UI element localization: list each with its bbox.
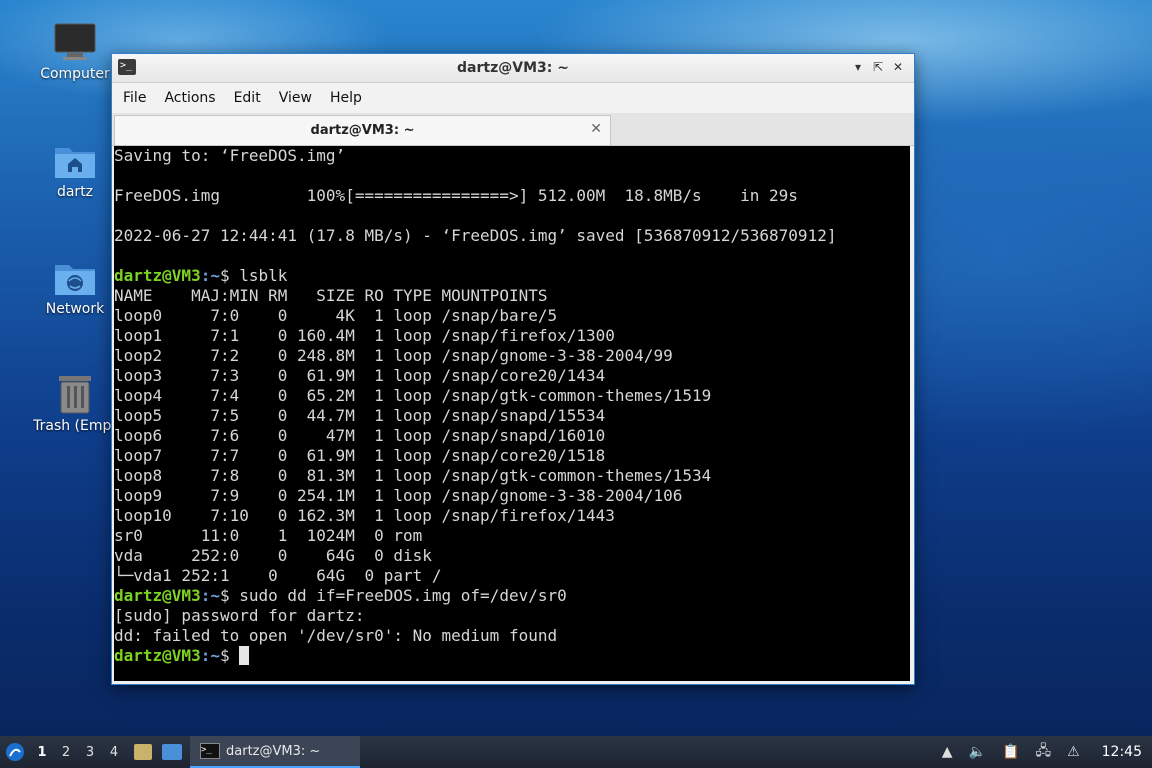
prompt-path: :~ [200, 646, 220, 665]
prompt-line: dartz@VM3:~$ lsblk [114, 266, 910, 286]
maximize-icon[interactable]: ⇱ [870, 59, 886, 75]
workspace-4[interactable]: 4 [102, 745, 126, 760]
terminal-line: NAME MAJ:MIN RM SIZE RO TYPE MOUNTPOINTS [114, 286, 548, 305]
prompt-user: dartz@VM3 [114, 266, 201, 285]
tray-up-arrow-icon[interactable]: ▲ [942, 744, 953, 760]
terminal-line: └─vda1 252:1 0 64G 0 part / [114, 566, 442, 585]
terminal-line: loop1 7:1 0 160.4M 1 loop /snap/firefox/… [114, 326, 615, 345]
terminal-line: loop3 7:3 0 61.9M 1 loop /snap/core20/14… [114, 366, 606, 385]
trash-icon [59, 376, 91, 414]
close-icon[interactable]: ✕ [890, 59, 906, 75]
terminal-line: loop8 7:8 0 81.3M 1 loop /snap/gtk-commo… [114, 466, 712, 485]
terminal-line: Saving to: ‘FreeDOS.img’ [114, 146, 346, 165]
terminal-line: vda 252:0 0 64G 0 disk [114, 546, 432, 565]
prompt-line: dartz@VM3:~$ sudo dd if=FreeDOS.img of=/… [114, 586, 910, 606]
update-notifier-icon[interactable]: ⚠ [1067, 744, 1080, 760]
taskbar: 1 2 3 4 >_ dartz@VM3: ~ ▲ 🔈 📋 🖧 ⚠ 12:45 [0, 736, 1152, 768]
workspace-1[interactable]: 1 [30, 745, 54, 760]
computer-icon [54, 23, 96, 60]
menu-file[interactable]: File [122, 90, 157, 106]
clock[interactable]: 12:45 [1102, 744, 1142, 760]
workspace-3[interactable]: 3 [78, 745, 102, 760]
terminal-line: loop5 7:5 0 44.7M 1 loop /snap/snapd/155… [114, 406, 606, 425]
volume-icon[interactable]: 🔈 [969, 744, 986, 760]
terminal-line: loop4 7:4 0 65.2M 1 loop /snap/gtk-commo… [114, 386, 712, 405]
terminal-line: [sudo] password for dartz: [114, 606, 365, 625]
workspace-2[interactable]: 2 [54, 745, 78, 760]
terminal-line: loop10 7:10 0 162.3M 1 loop /snap/firefo… [114, 506, 615, 525]
command-text: $ [219, 646, 240, 665]
menu-actions[interactable]: Actions [163, 90, 226, 106]
terminal-output[interactable]: Saving to: ‘FreeDOS.img’ FreeDOS.img 100… [114, 146, 910, 681]
terminal-line: loop7 7:7 0 61.9M 1 loop /snap/core20/15… [114, 446, 606, 465]
clipboard-icon[interactable]: 📋 [1002, 744, 1019, 760]
menu-edit[interactable]: Edit [233, 90, 272, 106]
home-folder-icon [55, 148, 95, 178]
terminal-line: 2022-06-27 12:44:41 (17.8 MB/s) - ‘FreeD… [114, 226, 837, 245]
tab-close-icon[interactable]: ✕ [590, 121, 602, 137]
terminal-line: loop2 7:2 0 248.8M 1 loop /snap/gnome-3-… [114, 346, 673, 365]
taskbar-task-terminal[interactable]: >_ dartz@VM3: ~ [190, 736, 360, 768]
terminal-line: loop0 7:0 0 4K 1 loop /snap/bare/5 [114, 306, 558, 325]
system-tray: ▲ 🔈 📋 🖧 ⚠ 12:45 [934, 736, 1152, 768]
terminal-line: loop6 7:6 0 47M 1 loop /snap/snapd/16010 [114, 426, 606, 445]
menu-bar: File Actions Edit View Help [112, 83, 914, 113]
tab-bar: dartz@VM3: ~ ✕ [112, 113, 914, 146]
show-desktop-icon[interactable] [162, 744, 182, 760]
terminal-tab[interactable]: dartz@VM3: ~ ✕ [114, 115, 611, 145]
window-title: dartz@VM3: ~ [457, 60, 569, 76]
prompt-path: :~ [200, 266, 220, 285]
start-menu-button[interactable] [0, 736, 30, 768]
terminal-line: FreeDOS.img 100%[================>] 512.… [114, 186, 798, 205]
menu-view[interactable]: View [278, 90, 323, 106]
terminal-task-icon: >_ [200, 743, 220, 759]
task-label: dartz@VM3: ~ [226, 743, 321, 759]
tab-label: dartz@VM3: ~ [310, 123, 415, 138]
network-folder-icon [55, 265, 95, 295]
menu-help[interactable]: Help [329, 90, 373, 106]
terminal-line: sr0 11:0 1 1024M 0 rom [114, 526, 423, 545]
prompt-user: dartz@VM3 [114, 586, 201, 605]
prompt-line: dartz@VM3:~$ [114, 646, 910, 666]
terminal-window: >_ dartz@VM3: ~ ▾ ⇱ ✕ File Actions Edit … [111, 53, 915, 685]
command-text: $ sudo dd if=FreeDOS.img of=/dev/sr0 [219, 586, 567, 605]
prompt-user: dartz@VM3 [114, 646, 201, 665]
minimize-icon[interactable]: ▾ [850, 59, 866, 75]
file-manager-launcher-icon[interactable] [134, 744, 152, 760]
prompt-path: :~ [200, 586, 220, 605]
network-tray-icon[interactable]: 🖧 [1035, 740, 1051, 764]
terminal-line: dd: failed to open '/dev/sr0': No medium… [114, 626, 558, 645]
terminal-line: loop9 7:9 0 254.1M 1 loop /snap/gnome-3-… [114, 486, 683, 505]
lubuntu-logo-icon [6, 743, 24, 761]
window-titlebar[interactable]: >_ dartz@VM3: ~ ▾ ⇱ ✕ [112, 54, 914, 83]
command-text: $ lsblk [219, 266, 288, 285]
text-cursor [239, 646, 250, 665]
